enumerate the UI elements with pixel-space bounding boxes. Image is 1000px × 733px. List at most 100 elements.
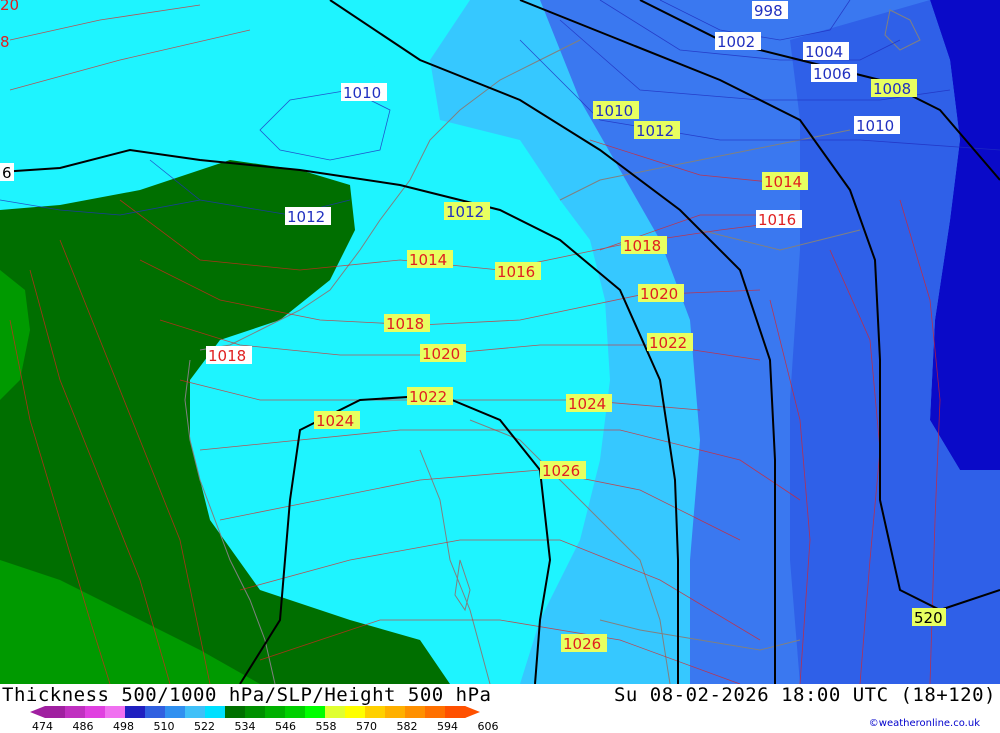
legend-swatch	[265, 706, 286, 718]
legend-tick-label: 558	[315, 720, 337, 733]
legend-swatch	[65, 706, 86, 718]
legend-swatch	[245, 706, 266, 718]
isobar-label: 1010	[593, 101, 639, 120]
legend-swatch	[85, 706, 106, 718]
legend-tick-label: 546	[275, 720, 296, 733]
isobar-label: 1012	[634, 121, 680, 140]
legend-swatch	[425, 706, 446, 718]
svg-text:1026: 1026	[542, 462, 580, 480]
isobar-label: 1012	[444, 202, 490, 221]
svg-text:1010: 1010	[856, 117, 894, 135]
legend-tick-label: 522	[194, 720, 215, 733]
isobar-label: 1008	[871, 79, 917, 98]
legend-arrow-left	[30, 706, 45, 718]
isobar-label: 1026	[540, 461, 586, 480]
isobar-label: 1004	[803, 42, 849, 61]
map-timestamp: Su 08-02-2026 18:00 UTC (18+120)	[613, 684, 996, 706]
isobar-label: 1002	[715, 32, 761, 51]
isobar-label: 1016	[756, 210, 802, 229]
svg-text:1014: 1014	[409, 251, 447, 269]
isobar-label: 1016	[495, 262, 541, 281]
isobar-label: 1014	[762, 172, 808, 191]
isobar-label: 1020	[638, 284, 684, 303]
svg-text:1024: 1024	[316, 412, 354, 430]
legend-swatch	[325, 706, 346, 718]
legend-swatch	[105, 706, 126, 718]
svg-text:1006: 1006	[813, 65, 851, 83]
isobar-label: 1020	[420, 344, 466, 363]
legend-swatch	[225, 706, 246, 718]
isobar-label: 1022	[407, 387, 453, 406]
map-footer: Thickness 500/1000 hPa/SLP/Height 500 hP…	[0, 684, 1000, 733]
legend-swatch	[385, 706, 406, 718]
legend-swatch	[165, 706, 186, 718]
svg-text:1022: 1022	[409, 388, 447, 406]
isobar-label: 1026	[561, 634, 607, 653]
legend-tick-label: 486	[72, 720, 94, 733]
height-label: 520	[912, 608, 946, 627]
svg-text:998: 998	[754, 2, 783, 20]
svg-text:1018: 1018	[623, 237, 661, 255]
svg-text:1020: 1020	[422, 345, 460, 363]
svg-text:6: 6	[2, 164, 12, 182]
isobar-label: 1006	[811, 64, 857, 83]
legend-tick-label: 582	[396, 720, 418, 733]
legend-swatch	[365, 706, 386, 718]
isobar-label: 1012	[285, 207, 331, 226]
weather-map: 998 1002 1004 1006 1008 1010 1010 1010 1…	[0, 0, 1000, 684]
svg-text:1004: 1004	[805, 43, 843, 61]
svg-text:1014: 1014	[764, 173, 802, 191]
svg-text:1020: 1020	[640, 285, 678, 303]
legend-arrow-right	[465, 706, 480, 718]
legend-tick-label: 510	[153, 720, 175, 733]
legend-swatch	[345, 706, 366, 718]
legend-swatch	[145, 706, 166, 718]
legend-ticks: 474 486 498 510 522 534 546 558 570 582 594 606	[24, 720, 504, 733]
svg-text:1012: 1012	[287, 208, 325, 226]
svg-text:1012: 1012	[636, 122, 674, 140]
svg-text:1018: 1018	[386, 315, 424, 333]
svg-text:20: 20	[0, 0, 19, 14]
isobar-label: 1018	[621, 236, 667, 255]
legend-swatch	[185, 706, 206, 718]
legend-tick-label: 534	[234, 720, 256, 733]
svg-text:520: 520	[914, 609, 943, 627]
legend-swatch	[285, 706, 306, 718]
credit-text: ©weatheronline.co.uk	[868, 718, 980, 729]
isobar-label: 1022	[647, 333, 693, 352]
legend-swatch	[205, 706, 226, 718]
svg-text:1012: 1012	[446, 203, 484, 221]
svg-text:1024: 1024	[568, 395, 606, 413]
height-label: 20	[0, 0, 19, 14]
height-label: 6	[0, 163, 14, 182]
svg-text:1018: 1018	[208, 347, 246, 365]
color-legend	[30, 706, 480, 718]
legend-swatch	[125, 706, 146, 718]
legend-swatch	[45, 706, 66, 718]
map-title: Thickness 500/1000 hPa/SLP/Height 500 hP…	[2, 684, 492, 706]
legend-swatch	[305, 706, 326, 718]
svg-text:1016: 1016	[497, 263, 535, 281]
svg-text:1010: 1010	[343, 84, 381, 102]
isobar-label: 1010	[341, 83, 387, 102]
map-canvas: 998 1002 1004 1006 1008 1010 1010 1010 1…	[0, 0, 1000, 684]
svg-text:1022: 1022	[649, 334, 687, 352]
svg-text:1026: 1026	[563, 635, 601, 653]
svg-text:1002: 1002	[717, 33, 755, 51]
svg-text:1016: 1016	[758, 211, 796, 229]
legend-swatch	[445, 706, 466, 718]
isobar-label: 1018	[384, 314, 430, 333]
legend-tick-label: 594	[437, 720, 458, 733]
isobar-label: 1018	[206, 346, 252, 365]
isobar-label: 1014	[407, 250, 453, 269]
svg-text:1010: 1010	[595, 102, 633, 120]
isobar-label: 1024	[566, 394, 612, 413]
legend-tick-label: 474	[32, 720, 53, 733]
isobar-label: 1024	[314, 411, 360, 430]
height-label: 8	[0, 33, 10, 51]
legend-swatch	[405, 706, 426, 718]
legend-tick-label: 570	[356, 720, 377, 733]
svg-text:8: 8	[0, 33, 10, 51]
svg-text:1008: 1008	[873, 80, 911, 98]
legend-tick-label: 606	[477, 720, 499, 733]
